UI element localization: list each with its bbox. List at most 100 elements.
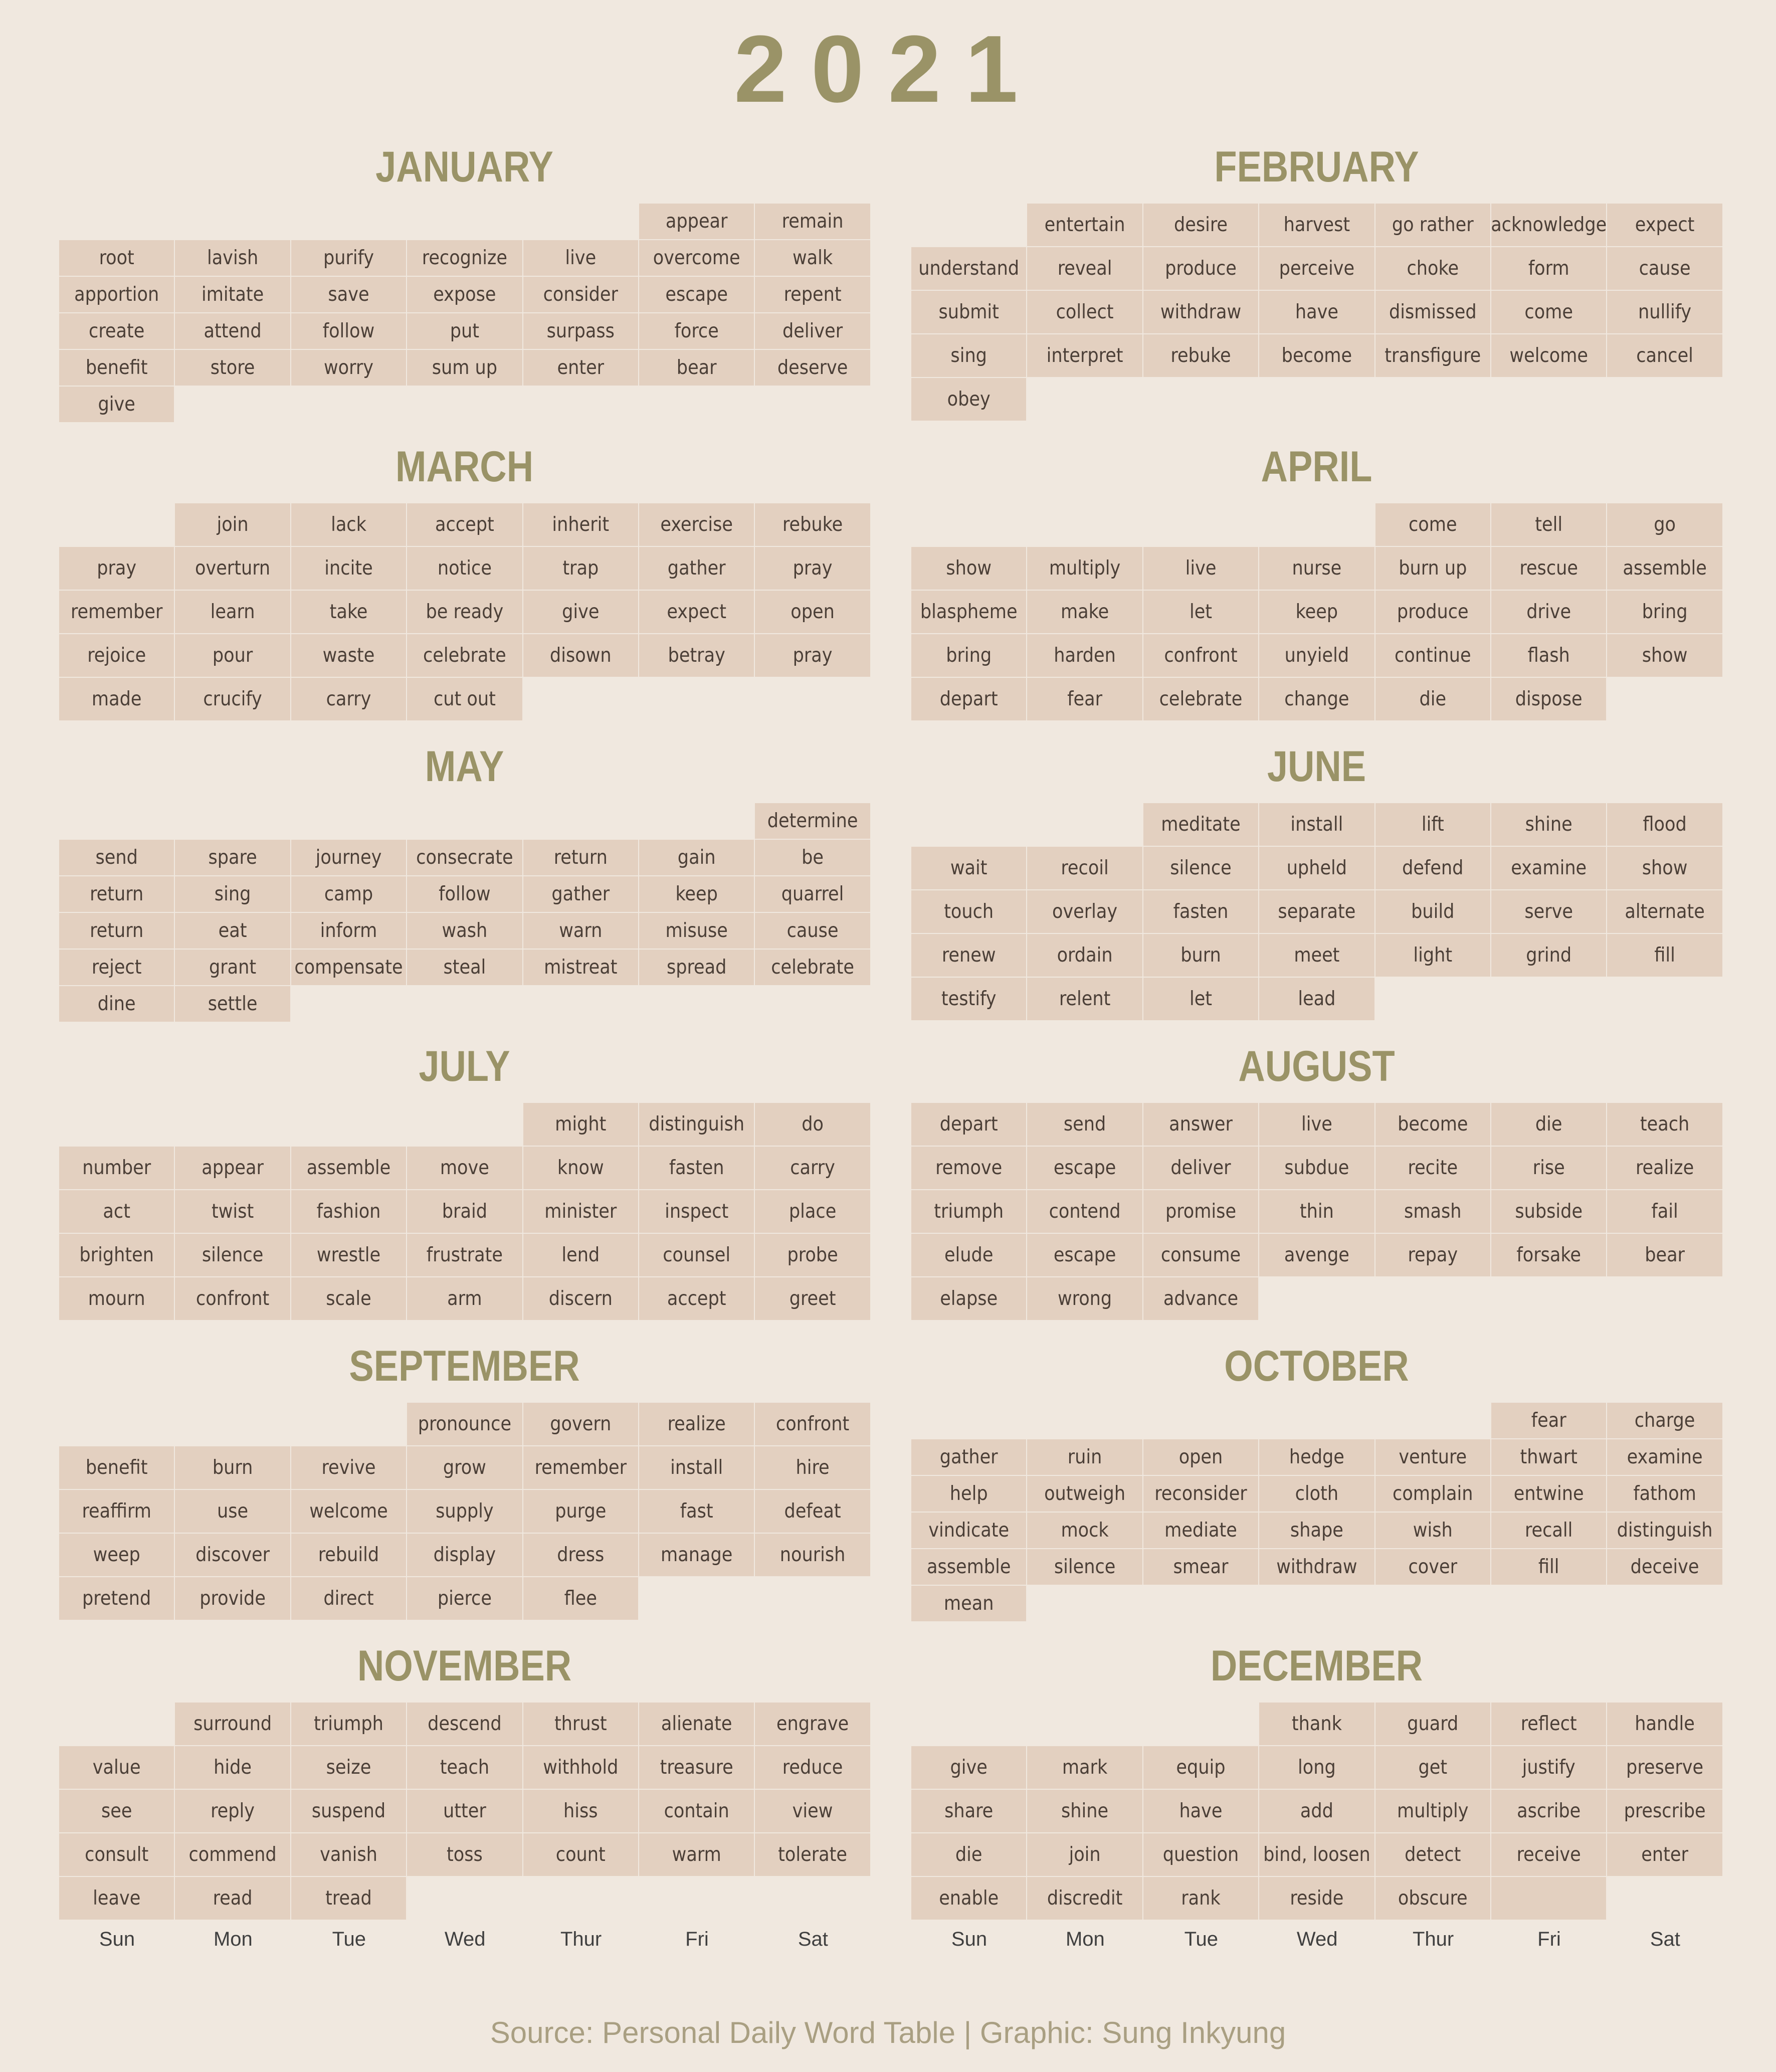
day-cell: depart	[911, 678, 1027, 720]
day-cell: quarrel	[755, 876, 870, 912]
day-cell: share	[911, 1790, 1027, 1832]
day-cell: harvest	[1259, 204, 1374, 246]
day-cell: display	[407, 1534, 522, 1576]
day-cell: flee	[523, 1577, 638, 1620]
day-cell: elude	[911, 1234, 1027, 1276]
day-cell: inspect	[639, 1190, 754, 1233]
day-cell: direct	[291, 1577, 407, 1620]
day-cell: recall	[1491, 1513, 1607, 1548]
day-cell: ruin	[1027, 1439, 1142, 1475]
day-cell: charge	[1607, 1403, 1722, 1438]
weekday-label: Sat	[798, 1928, 828, 1950]
day-cell: add	[1259, 1790, 1374, 1832]
day-cell: leave	[59, 1877, 174, 1920]
day-cell: reduce	[755, 1746, 870, 1789]
day-cell: inform	[291, 913, 407, 949]
day-cell: enable	[911, 1877, 1027, 1920]
source-caption: Source: Personal Daily Word Table | Grap…	[490, 2016, 1286, 2049]
day-cell: rejoice	[59, 634, 174, 677]
day-cell: send	[1027, 1103, 1142, 1146]
day-cell: deserve	[755, 350, 870, 386]
day-cell: smear	[1143, 1549, 1259, 1585]
day-cell: escape	[1027, 1234, 1142, 1276]
day-cell: preserve	[1607, 1746, 1722, 1789]
day-cell: suspend	[291, 1790, 407, 1832]
day-cell: cut out	[407, 678, 522, 720]
day-cell: number	[59, 1147, 174, 1189]
day-cell: install	[1259, 803, 1374, 846]
day-cell: grow	[407, 1446, 522, 1489]
day-cell: bear	[639, 350, 754, 386]
day-cell: collect	[1027, 291, 1142, 333]
day-cell: mock	[1027, 1513, 1142, 1548]
day-cell: brighten	[59, 1234, 174, 1276]
day-cell: put	[407, 313, 522, 349]
day-cell: nourish	[755, 1534, 870, 1576]
day-cell: hire	[755, 1446, 870, 1489]
day-cell: keep	[639, 876, 754, 912]
day-cell: thin	[1259, 1190, 1374, 1233]
day-cell: recognize	[407, 240, 522, 276]
day-cell: have	[1143, 1790, 1259, 1832]
day-cell: welcome	[1491, 334, 1607, 377]
day-cell: warm	[639, 1833, 754, 1876]
weekday-label: Mon	[1065, 1928, 1105, 1950]
day-cell: meditate	[1143, 803, 1259, 846]
month-title-july: JULY	[419, 1042, 510, 1090]
day-cell: long	[1259, 1746, 1374, 1789]
day-cell: recite	[1375, 1147, 1490, 1189]
day-cell: recoil	[1027, 847, 1142, 889]
day-cell: live	[523, 240, 638, 276]
day-cell: do	[755, 1103, 870, 1146]
day-cell: pronounce	[407, 1403, 522, 1445]
day-cell: keep	[1259, 591, 1374, 633]
day-cell: escape	[639, 277, 754, 312]
day-cell: purify	[291, 240, 407, 276]
weekday-label: Sun	[951, 1928, 988, 1950]
day-cell: obey	[911, 378, 1027, 421]
day-cell: fill	[1491, 1549, 1607, 1585]
day-cell: learn	[175, 591, 290, 633]
day-cell: bind, loosen	[1259, 1833, 1374, 1876]
day-cell: tread	[291, 1877, 407, 1920]
day-cell: accept	[639, 1277, 754, 1320]
day-cell: scale	[291, 1277, 407, 1320]
day-cell: provide	[175, 1577, 290, 1620]
day-cell: vindicate	[911, 1513, 1027, 1548]
day-cell: desire	[1143, 204, 1259, 246]
day-cell: overcome	[639, 240, 754, 276]
day-cell: show	[911, 547, 1027, 590]
day-cell: mistreat	[523, 950, 638, 985]
day-cell: assemble	[1607, 547, 1722, 590]
day-cell: sing	[911, 334, 1027, 377]
day-cell: gather	[911, 1439, 1027, 1475]
month-title-june: JUNE	[1267, 742, 1366, 791]
day-cell: testify	[911, 978, 1027, 1020]
day-cell: live	[1143, 547, 1259, 590]
day-cell: welcome	[291, 1490, 407, 1533]
day-cell: be	[755, 840, 870, 875]
day-cell: made	[59, 678, 174, 720]
day-cell: deceive	[1607, 1549, 1722, 1585]
day-cell: imitate	[175, 277, 290, 312]
day-cell: spare	[175, 840, 290, 875]
day-cell: use	[175, 1490, 290, 1533]
day-cell: open	[755, 591, 870, 633]
day-cell: fill	[1607, 934, 1722, 977]
day-cell: view	[755, 1790, 870, 1832]
day-cell: assemble	[291, 1147, 407, 1189]
weekday-label: Fri	[685, 1928, 709, 1950]
day-cell: fail	[1607, 1190, 1722, 1233]
day-cell: send	[59, 840, 174, 875]
day-cell: revive	[291, 1446, 407, 1489]
day-cell: thwart	[1491, 1439, 1607, 1475]
day-cell: remain	[755, 204, 870, 239]
day-cell: count	[523, 1833, 638, 1876]
day-cell: equip	[1143, 1746, 1259, 1789]
day-cell: weep	[59, 1534, 174, 1576]
day-cell: form	[1491, 247, 1607, 290]
day-cell: elapse	[911, 1277, 1027, 1320]
day-cell: reveal	[1027, 247, 1142, 290]
day-cell: come	[1491, 291, 1607, 333]
day-cell: light	[1375, 934, 1490, 977]
